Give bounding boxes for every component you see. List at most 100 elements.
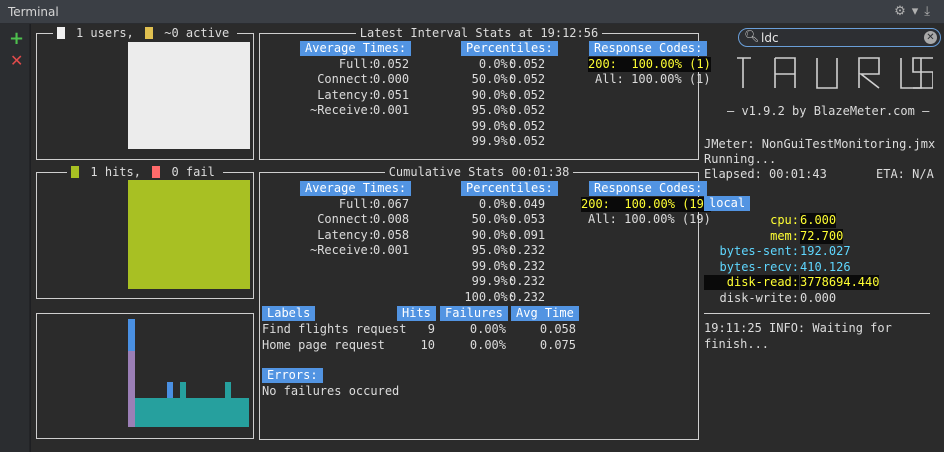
close-tab-x-icon[interactable]: ✕: [10, 51, 23, 70]
label-row-avg: 0.058: [539, 322, 576, 336]
elapsed-time: Elapsed: 00:01:43: [704, 167, 827, 181]
response-graph-box: [36, 313, 254, 439]
cum-pct-value: 0.053: [509, 212, 546, 226]
terminal-toolbar: + ✕: [0, 24, 30, 452]
cum-pct-value: 0.232: [509, 290, 546, 304]
label-row-name: Home page request: [262, 338, 385, 352]
log-line: finish...: [704, 337, 770, 351]
cum-pct-label: 90.0%:: [471, 228, 515, 242]
label-row-avg: 0.075: [539, 338, 576, 352]
search-box[interactable]: 🔍︎ ✕: [738, 28, 941, 47]
latest-pct-value: 0.052: [509, 134, 546, 148]
cum-avg-label: Full:: [338, 197, 375, 211]
minimize-icon[interactable]: ⤓: [924, 4, 936, 19]
latest-rc-header: Response Codes:: [589, 41, 708, 56]
active-swatch: [145, 27, 153, 39]
cum-avg-label: ~Receive:: [309, 243, 375, 257]
label-row-failures: 0.00%: [469, 338, 506, 352]
search-icon: 🔍︎: [744, 29, 760, 43]
latest-avg-value: 0.001: [373, 103, 410, 117]
graph-spike-3: [225, 382, 231, 398]
hits-swatch: [71, 166, 80, 178]
version-text: – v1.9.2 by BlazeMeter.com –: [727, 104, 930, 118]
cum-pct-label: 0.0%:: [478, 197, 515, 211]
labels-col-header: Labels: [262, 306, 316, 321]
graph-spike-1: [167, 382, 173, 398]
cum-rc-all: All: 100.00% (19): [588, 212, 711, 226]
metric-name: disk-write:: [719, 291, 799, 305]
run-status: Running...: [704, 152, 777, 166]
eta-text: ETA: N/A: [876, 167, 934, 181]
jmeter-file: JMeter: NonGuiTestMonitoring.jmx: [704, 137, 936, 151]
log-line: 19:11:25 INFO: Waiting for: [704, 321, 892, 335]
cum-pct-label: 99.0%:: [471, 259, 515, 273]
cum-pct-value: 0.091: [509, 228, 546, 242]
label-row-hits: 10: [420, 338, 435, 352]
window-title: Terminal: [8, 5, 59, 19]
cum-pct-label: 50.0%:: [471, 212, 515, 226]
cum-pct-value: 0.049: [509, 197, 546, 211]
label-row-hits: 9: [427, 322, 435, 336]
hits-box: 1 hits, 0 fail: [36, 165, 254, 299]
latest-rc-all: All: 100.00% (1): [595, 72, 711, 86]
cum-pct-value: 0.232: [509, 243, 546, 257]
titlebar-actions: ⚙▾⤓: [894, 4, 936, 19]
metric-name: mem:: [770, 229, 799, 243]
terminal-area[interactable]: 1 users, ~0 active 1 hits, 0 fail Latest…: [31, 24, 944, 452]
latest-pct-label: 99.0%:: [471, 119, 515, 133]
graph-blue-bar: [128, 319, 135, 351]
metric-name: cpu:: [770, 213, 799, 227]
hits-box-title: 1 hits, 0 fail: [67, 165, 223, 179]
cum-pct-value: 0.232: [509, 274, 546, 288]
users-box-title: 1 users, ~0 active: [52, 26, 238, 40]
metric-name: bytes-recv:: [719, 260, 799, 274]
cum-pct-label: 100.0%:: [464, 290, 515, 304]
latest-pct-label: 50.0%:: [471, 72, 515, 86]
metric-value: 3778694.440: [800, 275, 880, 290]
latest-pct-value: 0.052: [509, 72, 546, 86]
cum-avg-label: Latency:: [317, 228, 375, 242]
new-tab-plus-icon[interactable]: +: [9, 28, 24, 49]
graph-teal-area: [135, 398, 249, 427]
users-bar: [128, 42, 250, 149]
latest-avg-label: ~Receive:: [309, 103, 375, 117]
cum-avg-label: Connect:: [317, 212, 375, 226]
label-row-name: Find flights request: [262, 322, 407, 336]
cum-rc-200: 200: 100.00% (19): [581, 197, 712, 212]
cum-pct-value: 0.232: [509, 259, 546, 273]
latest-avg-label: Connect:: [317, 72, 375, 86]
taurus-logo: [737, 57, 933, 89]
failures-col-header: Failures: [440, 306, 508, 321]
metric-value: 72.700: [800, 229, 844, 244]
metric-value: 192.027: [800, 244, 851, 258]
latest-pct-value: 0.052: [509, 103, 546, 117]
latest-avg-label: Full:: [338, 57, 375, 71]
errors-text: No failures occured: [262, 384, 400, 398]
metric-value: 6.000: [800, 213, 837, 228]
latest-pct-value: 0.052: [509, 88, 546, 102]
gear-icon[interactable]: ⚙▾: [894, 4, 924, 19]
local-header: local: [704, 196, 751, 211]
latest-rc-200: 200: 100.00% (1): [588, 57, 711, 72]
latest-avg-value: 0.051: [373, 88, 410, 102]
latest-pct-label: 99.9%:: [471, 134, 515, 148]
latest-pct-label: 95.0%:: [471, 103, 515, 117]
hits-col-header: Hits: [397, 306, 436, 321]
window-titlebar: Terminal ⚙▾⤓: [0, 0, 944, 24]
hits-bar: [128, 180, 250, 289]
cum-rc-header: Response Codes:: [589, 181, 708, 196]
clear-search-icon[interactable]: ✕: [924, 31, 937, 44]
metric-value: 410.126: [800, 260, 851, 274]
cum-pct-label: 95.0%:: [471, 243, 515, 257]
cum-avg-value: 0.008: [373, 212, 410, 226]
search-input[interactable]: [761, 30, 921, 45]
metric-value: 0.000: [800, 291, 837, 305]
cum-avg-value: 0.067: [373, 197, 410, 211]
log-divider: [704, 313, 930, 314]
latest-pct-label: 90.0%:: [471, 88, 515, 102]
cum-avg-header: Average Times:: [300, 181, 412, 196]
metric-name: disk-read:: [704, 275, 799, 290]
latest-pct-label: 0.0%:: [478, 57, 515, 71]
cumulative-stats-title: Cumulative Stats 00:01:38: [384, 165, 574, 179]
errors-header: Errors:: [262, 368, 323, 383]
